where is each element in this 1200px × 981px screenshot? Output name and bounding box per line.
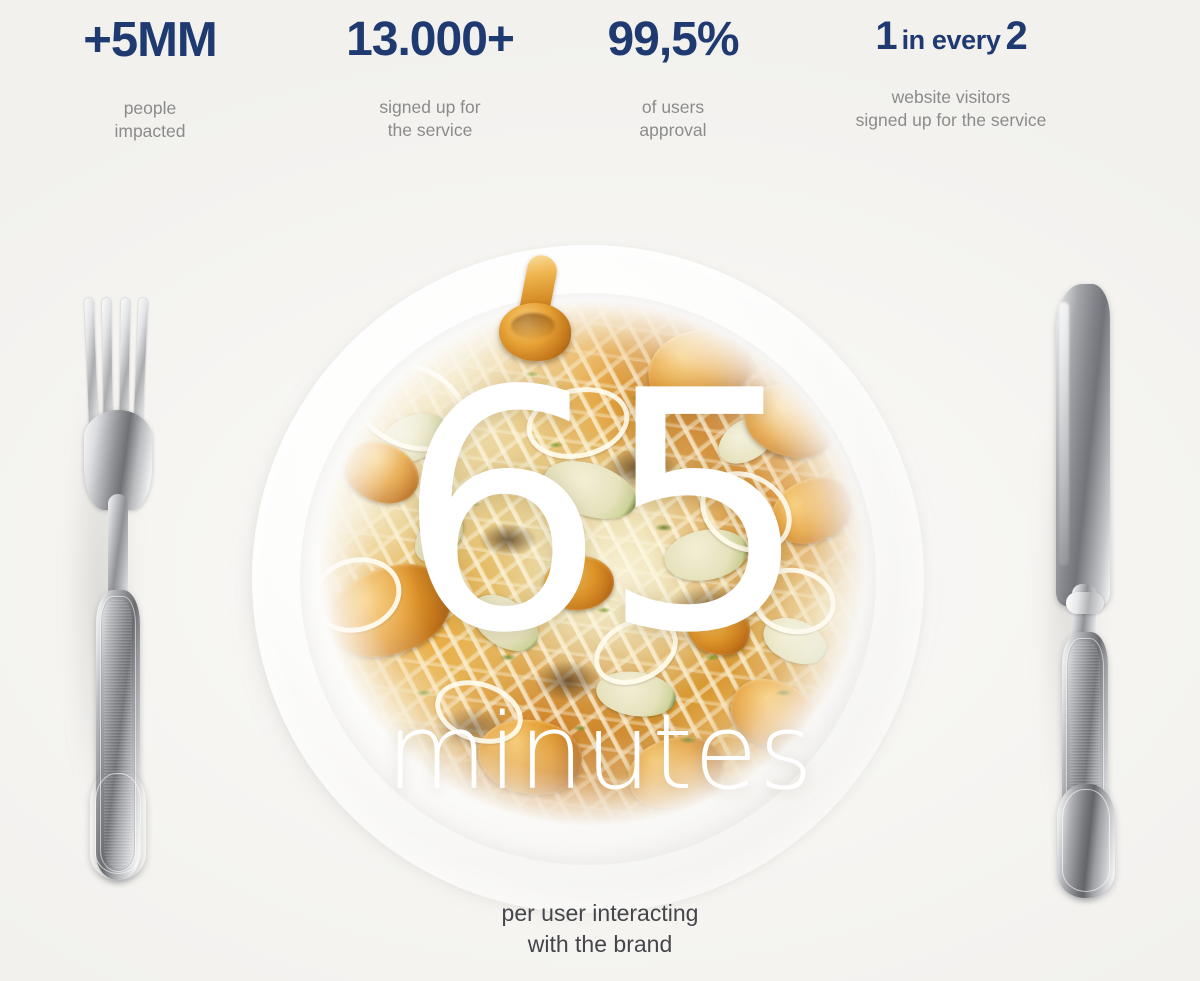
stat-block-signups: 13.000+ signed up for the service bbox=[300, 0, 560, 176]
stat-caption: people impacted bbox=[114, 98, 186, 142]
stats-row: +5MM people impacted 13.000+ signed up f… bbox=[0, 0, 1200, 176]
stat-value-trail: 2 bbox=[1005, 14, 1027, 58]
stat-block-approval: 99,5% of users approval bbox=[560, 0, 786, 176]
stat-value-mid: in every bbox=[901, 25, 1001, 55]
stat-block-people-impacted: +5MM people impacted bbox=[0, 0, 300, 176]
hero-unit: minutes bbox=[386, 691, 814, 813]
stat-block-conversion-ratio: 1 in every 2 website visitors signed up … bbox=[786, 0, 1116, 176]
hero-caption: per user interacting with the brand bbox=[501, 900, 699, 958]
stat-value-lead: 1 bbox=[875, 14, 897, 58]
stat-value: 13.000+ bbox=[346, 13, 515, 66]
stat-caption: of users approval bbox=[639, 97, 707, 141]
stat-caption: signed up for the service bbox=[379, 97, 481, 141]
stat-value: +5MM bbox=[83, 13, 218, 67]
stat-caption: website visitors signed up for the servi… bbox=[855, 87, 1047, 131]
stat-value-composite: 1 in every 2 bbox=[875, 14, 1027, 58]
stat-value: 99,5% bbox=[607, 13, 739, 66]
hero-number: 65 bbox=[396, 321, 810, 705]
